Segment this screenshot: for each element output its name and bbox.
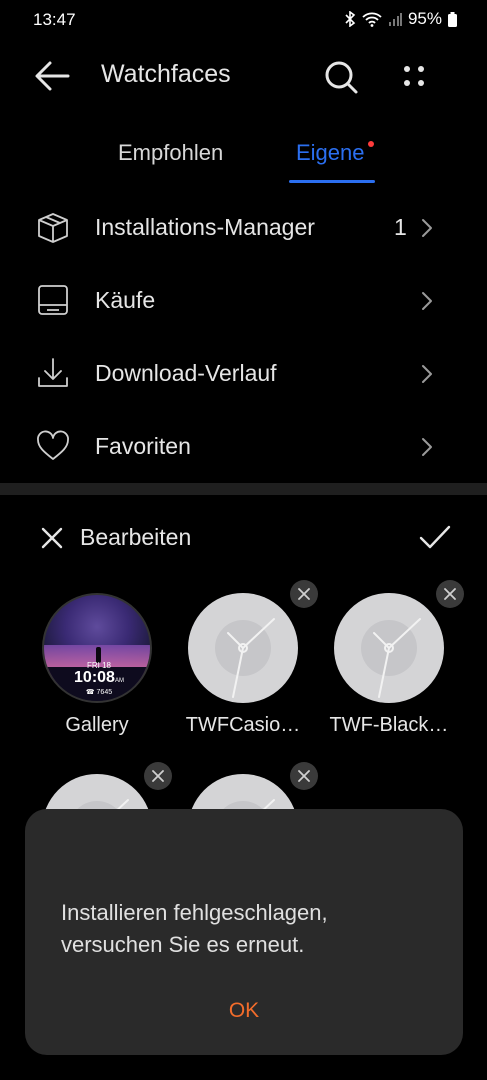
heart-icon — [37, 430, 69, 460]
status-time: 13:47 — [33, 10, 76, 29]
bluetooth-icon — [345, 11, 356, 27]
status-icons: 95% — [344, 9, 457, 29]
watch-hands-icon — [227, 618, 275, 698]
confirm-check-icon[interactable] — [418, 522, 452, 552]
delete-watchface-button[interactable] — [436, 580, 464, 608]
watchface-label: Gallery — [65, 714, 129, 736]
watchface-twf-black[interactable] — [334, 593, 444, 703]
menu-item-kaeufe[interactable]: Käufe — [0, 265, 487, 337]
watch-hands-icon — [373, 618, 421, 698]
watchface-label: TWF-Black… — [329, 714, 449, 736]
edit-title: Bearbeiten — [80, 524, 192, 550]
chevron-right-icon — [422, 292, 432, 310]
signal-icon — [388, 13, 402, 26]
menu-item-count: 1 — [394, 214, 407, 240]
chevron-right-icon — [422, 219, 432, 237]
dialog-message: Installieren fehlgeschlagen, versuchen S… — [61, 900, 328, 957]
close-icon — [298, 770, 310, 782]
download-icon — [38, 358, 68, 387]
section-divider — [0, 483, 487, 495]
tab-bar: Empfohlen Eigene — [0, 134, 487, 186]
bag-icon — [38, 285, 68, 315]
watchface-time: 10:08AM — [74, 669, 124, 686]
notification-dot — [368, 141, 374, 147]
error-dialog: Installieren fehlgeschlagen, versuchen S… — [25, 809, 463, 1055]
tab-eigene[interactable]: Eigene — [296, 140, 365, 166]
delete-watchface-button[interactable] — [290, 762, 318, 790]
watchface-gallery[interactable]: FRI 18 10:08AM ☎ 7645 — [42, 593, 152, 703]
menu-item-label: Installations-Manager — [95, 214, 315, 240]
menu-item-download-verlauf[interactable]: Download-Verlauf — [0, 338, 487, 410]
delete-watchface-button[interactable] — [144, 762, 172, 790]
chevron-right-icon — [422, 438, 432, 456]
delete-watchface-button[interactable] — [290, 580, 318, 608]
close-icon — [444, 588, 456, 600]
menu-item-label: Download-Verlauf — [95, 360, 277, 386]
close-icon — [298, 588, 310, 600]
status-bar: 13:47 95% — [0, 0, 487, 40]
box-icon — [38, 213, 68, 243]
tab-empfohlen[interactable]: Empfohlen — [118, 140, 223, 166]
battery-icon — [448, 11, 457, 27]
watchface-steps: ☎ 7645 — [85, 689, 113, 696]
wifi-icon — [362, 12, 382, 27]
search-icon[interactable] — [322, 58, 360, 96]
close-icon — [152, 770, 164, 782]
menu-item-label: Favoriten — [95, 433, 191, 459]
active-tab-indicator — [289, 180, 375, 183]
page-title: Watchfaces — [101, 60, 231, 88]
menu-item-installations-manager[interactable]: Installations-Manager 1 — [0, 192, 487, 264]
back-arrow-icon[interactable] — [32, 58, 72, 94]
ok-button[interactable]: OK — [25, 999, 463, 1023]
menu-item-favoriten[interactable]: Favoriten — [0, 411, 487, 483]
app-bar: Watchfaces — [0, 44, 487, 108]
battery-percent: 95% — [407, 9, 442, 28]
watchface-label: TWFCasio… — [185, 714, 301, 736]
more-options-icon[interactable] — [398, 60, 430, 92]
chevron-right-icon — [422, 365, 432, 383]
menu-item-label: Käufe — [95, 287, 156, 313]
close-icon[interactable] — [38, 524, 66, 552]
watchface-twfcasio[interactable] — [188, 593, 298, 703]
